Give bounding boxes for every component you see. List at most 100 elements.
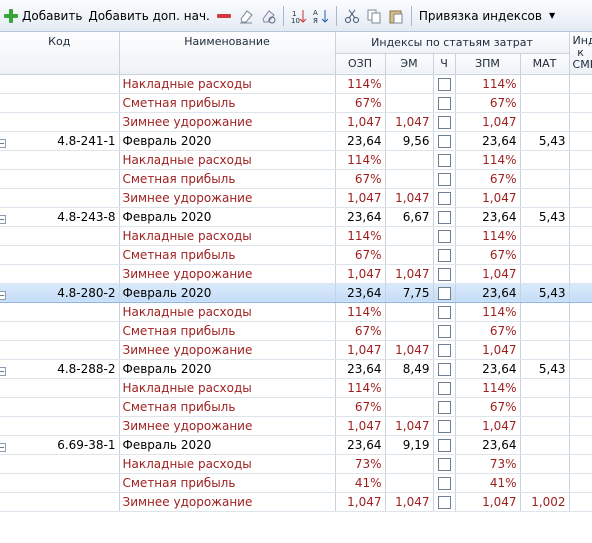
- code-cell[interactable]: [0, 188, 120, 208]
- collapse-icon[interactable]: −: [0, 290, 6, 300]
- ozp-cell[interactable]: 114%: [335, 150, 386, 170]
- em-cell[interactable]: [385, 226, 434, 246]
- em-cell[interactable]: 9,19: [385, 434, 434, 455]
- cmr-cell[interactable]: [569, 188, 592, 208]
- charge-row[interactable]: Накладные расходы 114% 114%: [0, 378, 592, 398]
- column-header-mat[interactable]: МАТ: [520, 53, 570, 75]
- winter-checkbox[interactable]: [437, 248, 451, 262]
- cmr-cell[interactable]: [569, 358, 592, 379]
- cmr-cell[interactable]: [569, 130, 592, 151]
- collapse-icon[interactable]: −: [0, 366, 6, 376]
- name-cell[interactable]: Накладные расходы: [119, 302, 336, 322]
- cmr-cell[interactable]: [569, 93, 592, 113]
- em-cell[interactable]: [385, 93, 434, 113]
- delete-button[interactable]: [213, 5, 235, 27]
- em-cell[interactable]: [385, 245, 434, 265]
- winter-checkbox[interactable]: [437, 191, 451, 205]
- code-cell[interactable]: [0, 112, 120, 132]
- zpm-cell[interactable]: 67%: [455, 93, 521, 113]
- code-cell[interactable]: [0, 74, 120, 94]
- zpm-cell[interactable]: 67%: [455, 397, 521, 417]
- ozp-cell[interactable]: 1,047: [335, 340, 386, 360]
- name-cell[interactable]: Сметная прибыль: [119, 321, 336, 341]
- code-cell[interactable]: [0, 93, 120, 113]
- charge-row[interactable]: Накладные расходы 73% 73%: [0, 454, 592, 474]
- mat-cell[interactable]: [520, 226, 570, 246]
- ch-cell[interactable]: [433, 245, 456, 265]
- name-cell[interactable]: Накладные расходы: [119, 226, 336, 246]
- name-cell[interactable]: Накладные расходы: [119, 150, 336, 170]
- winter-checkbox[interactable]: [437, 115, 451, 129]
- zpm-cell[interactable]: 23,64: [455, 206, 521, 227]
- ch-cell[interactable]: [433, 206, 456, 227]
- sort-button[interactable]: AЯ: [310, 5, 332, 27]
- name-cell[interactable]: Сметная прибыль: [119, 93, 336, 113]
- code-cell[interactable]: −4.8-288-2: [0, 358, 120, 379]
- em-cell[interactable]: 1,047: [385, 416, 434, 436]
- ozp-cell[interactable]: 1,047: [335, 188, 386, 208]
- mat-cell[interactable]: 5,43: [520, 130, 570, 151]
- em-cell[interactable]: [385, 454, 434, 474]
- cmr-cell[interactable]: [569, 206, 592, 227]
- ch-cell[interactable]: [433, 416, 456, 436]
- zpm-cell[interactable]: 67%: [455, 169, 521, 189]
- winter-checkbox[interactable]: [437, 210, 451, 224]
- name-cell[interactable]: Зимнее удорожание: [119, 340, 336, 360]
- cmr-cell[interactable]: [569, 264, 592, 284]
- em-cell[interactable]: 1,047: [385, 188, 434, 208]
- code-cell[interactable]: [0, 245, 120, 265]
- ch-cell[interactable]: [433, 434, 456, 455]
- ozp-cell[interactable]: 1,047: [335, 112, 386, 132]
- mat-cell[interactable]: [520, 264, 570, 284]
- mat-cell[interactable]: [520, 378, 570, 398]
- mat-cell[interactable]: [520, 245, 570, 265]
- ozp-cell[interactable]: 23,64: [335, 434, 386, 455]
- ozp-cell[interactable]: 23,64: [335, 206, 386, 227]
- winter-checkbox[interactable]: [437, 476, 451, 490]
- cmr-cell[interactable]: [569, 340, 592, 360]
- code-cell[interactable]: −4.8-243-8: [0, 206, 120, 227]
- em-cell[interactable]: [385, 74, 434, 94]
- code-cell[interactable]: [0, 492, 120, 512]
- charge-row[interactable]: Накладные расходы 114% 114%: [0, 74, 592, 94]
- zpm-cell[interactable]: 1,047: [455, 416, 521, 436]
- zpm-cell[interactable]: 1,047: [455, 492, 521, 512]
- ozp-cell[interactable]: 1,047: [335, 416, 386, 436]
- cmr-cell[interactable]: [569, 150, 592, 170]
- name-cell[interactable]: Февраль 2020: [119, 358, 336, 379]
- charge-row[interactable]: Сметная прибыль 67% 67%: [0, 93, 592, 113]
- winter-checkbox[interactable]: [437, 381, 451, 395]
- ch-cell[interactable]: [433, 340, 456, 360]
- ozp-cell[interactable]: 67%: [335, 169, 386, 189]
- mat-cell[interactable]: [520, 169, 570, 189]
- zpm-cell[interactable]: 1,047: [455, 340, 521, 360]
- winter-checkbox[interactable]: [437, 419, 451, 433]
- code-cell[interactable]: [0, 321, 120, 341]
- zpm-cell[interactable]: 67%: [455, 245, 521, 265]
- charge-row[interactable]: Накладные расходы 114% 114%: [0, 302, 592, 322]
- winter-checkbox[interactable]: [437, 77, 451, 91]
- column-header-ozp[interactable]: ОЗП: [335, 53, 386, 75]
- cmr-cell[interactable]: [569, 454, 592, 474]
- cut-button[interactable]: [341, 5, 363, 27]
- mat-cell[interactable]: [520, 473, 570, 493]
- column-header-cmr-index[interactable]: Индекс к СМР: [569, 32, 592, 75]
- mat-cell[interactable]: 5,43: [520, 206, 570, 227]
- em-cell[interactable]: 1,047: [385, 264, 434, 284]
- ozp-cell[interactable]: 67%: [335, 321, 386, 341]
- collapse-icon[interactable]: −: [0, 138, 6, 148]
- ozp-cell[interactable]: 1,047: [335, 264, 386, 284]
- winter-checkbox[interactable]: [437, 286, 451, 300]
- winter-checkbox[interactable]: [437, 153, 451, 167]
- name-cell[interactable]: Сметная прибыль: [119, 245, 336, 265]
- winter-checkbox[interactable]: [437, 362, 451, 376]
- index-row[interactable]: −6.69-38-1Февраль 202023,649,1923,64: [0, 434, 592, 455]
- code-cell[interactable]: [0, 340, 120, 360]
- ch-cell[interactable]: [433, 112, 456, 132]
- cmr-cell[interactable]: [569, 378, 592, 398]
- charge-row[interactable]: Сметная прибыль 67% 67%: [0, 397, 592, 417]
- em-cell[interactable]: [385, 473, 434, 493]
- ch-cell[interactable]: [433, 397, 456, 417]
- em-cell[interactable]: [385, 150, 434, 170]
- em-cell[interactable]: 8,49: [385, 358, 434, 379]
